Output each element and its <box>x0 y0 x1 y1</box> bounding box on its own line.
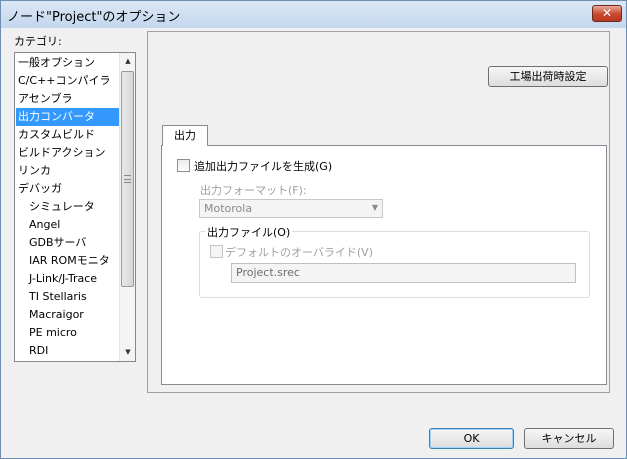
output-format-value: Motorola <box>204 202 253 215</box>
category-item[interactable]: C/C++コンパイラ <box>16 72 120 90</box>
category-item[interactable]: Angel <box>16 216 120 234</box>
category-item[interactable]: PE micro <box>16 324 120 342</box>
category-item[interactable]: シミュレータ <box>16 198 120 216</box>
override-default-label[interactable]: デフォルトのオーバライド(V) <box>225 244 373 260</box>
category-item[interactable]: J-Link/J-Trace <box>16 270 120 288</box>
output-file-path-input[interactable]: Project.srec <box>231 263 576 283</box>
category-item[interactable]: TI Stellaris <box>16 288 120 306</box>
close-icon: ✕ <box>601 6 613 20</box>
category-item[interactable]: 一般オプション <box>16 54 120 72</box>
category-item[interactable]: RDI <box>16 342 120 360</box>
category-item[interactable]: ビルドアクション <box>16 144 120 162</box>
close-button[interactable]: ✕ <box>592 5 622 22</box>
chevron-down-icon: ▼ <box>371 203 378 212</box>
category-item[interactable]: GDBサーバ <box>16 234 120 252</box>
category-item[interactable]: リンカ <box>16 162 120 180</box>
category-item[interactable]: Macraigor <box>16 306 120 324</box>
category-item[interactable]: 出力コンバータ <box>16 108 120 126</box>
options-dialog: ノード"Project"のオプション ✕ カテゴリ: 一般オプション C/C++コ… <box>0 0 627 459</box>
scroll-down-icon[interactable]: ▼ <box>120 344 135 361</box>
title-bar[interactable]: ノード"Project"のオプション ✕ <box>1 1 626 28</box>
scroll-grip-icon <box>124 175 131 183</box>
ok-button[interactable]: OK <box>429 428 514 449</box>
category-items: 一般オプション C/C++コンパイラ アセンブラ 出力コンバータ カスタムビルド ビルドア… <box>16 54 120 360</box>
generate-additional-output-checkbox[interactable] <box>177 159 190 172</box>
override-default-checkbox[interactable] <box>210 245 223 258</box>
output-format-label: 出力フォーマット(F): <box>200 184 307 197</box>
category-item[interactable]: アセンブラ <box>16 90 120 108</box>
category-item[interactable]: カスタムビルド <box>16 126 120 144</box>
category-label: カテゴリ: <box>14 35 62 48</box>
output-file-path-value: Project.srec <box>236 266 300 279</box>
category-item[interactable]: IAR ROMモニタ <box>16 252 120 270</box>
output-file-group-title: 出力ファイル(O) <box>205 224 293 240</box>
generate-additional-output-label[interactable]: 追加出力ファイルを生成(G) <box>194 158 332 174</box>
cancel-button[interactable]: キャンセル <box>524 428 614 449</box>
category-item[interactable]: デバッガ <box>16 180 120 198</box>
window-title: ノード"Project"のオプション <box>7 10 181 25</box>
scroll-thumb[interactable] <box>121 71 134 287</box>
factory-settings-button[interactable]: 工場出荷時設定 <box>488 66 608 87</box>
category-scrollbar[interactable]: ▲ ▼ <box>119 53 135 361</box>
tab-output[interactable]: 出力 <box>162 125 208 146</box>
output-format-select[interactable]: Motorola ▼ <box>199 199 383 218</box>
category-list[interactable]: 一般オプション C/C++コンパイラ アセンブラ 出力コンバータ カスタムビルド ビルドア… <box>14 52 136 362</box>
scroll-up-icon[interactable]: ▲ <box>120 53 135 70</box>
